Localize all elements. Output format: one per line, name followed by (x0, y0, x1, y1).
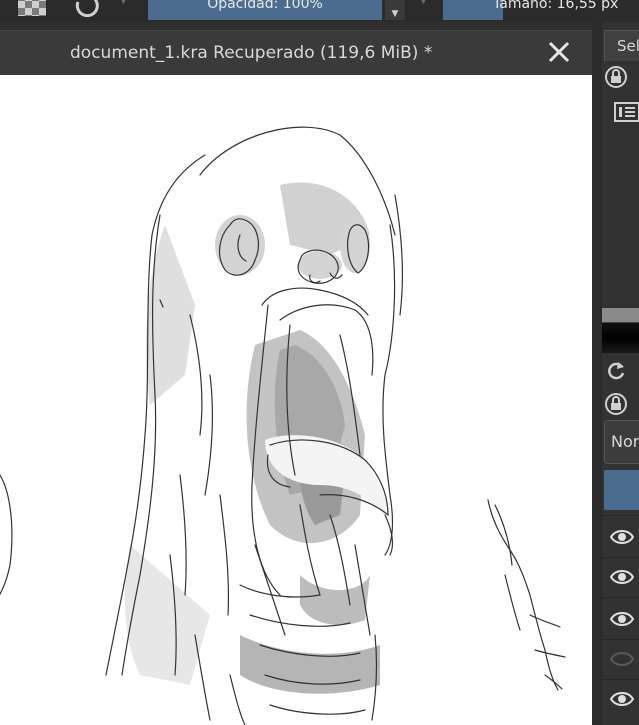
chevron-down-icon[interactable]: ▼ (120, 0, 127, 6)
color-gradient[interactable] (602, 322, 639, 353)
color-bar[interactable] (602, 308, 639, 322)
divider (602, 597, 639, 598)
blend-mode-select[interactable]: Nor (604, 420, 639, 464)
document-tab-bar: document_1.kra Recuperado (119,6 MiB) * (0, 30, 592, 76)
divider (602, 639, 639, 640)
eye-hidden-icon[interactable] (610, 650, 634, 668)
pattern-icon[interactable] (18, 0, 46, 16)
close-icon[interactable] (546, 39, 572, 65)
undo-icon[interactable] (70, 0, 104, 18)
opacity-slider[interactable]: Opacidad: 100% (148, 0, 382, 20)
eye-icon[interactable] (610, 610, 634, 628)
opacity-dropdown-button[interactable]: ▼ (385, 0, 405, 20)
eye-icon[interactable] (610, 690, 634, 708)
panel-divider[interactable] (592, 22, 602, 725)
refresh-icon[interactable] (605, 360, 627, 382)
chevron-down-icon[interactable]: ▼ (420, 0, 427, 6)
list-icon[interactable] (614, 102, 639, 122)
divider (602, 515, 639, 516)
toolbar: ▼ Opacidad: 100% ▼ ▼ Tamaño: 16,55 px (0, 0, 639, 22)
divider (602, 557, 639, 558)
eye-icon[interactable] (610, 528, 634, 546)
docker-tab[interactable]: Sel (604, 30, 639, 61)
brush-size-label: Tamaño: 16,55 px (493, 0, 619, 12)
divider (602, 679, 639, 680)
right-docker-panel: Sel Nor (602, 22, 639, 725)
layer-row-selected[interactable] (604, 470, 639, 510)
eye-icon[interactable] (610, 568, 634, 586)
canvas[interactable] (0, 75, 592, 725)
lock-icon[interactable] (605, 393, 627, 415)
document-tab-title[interactable]: document_1.kra Recuperado (119,6 MiB) * (70, 43, 432, 63)
lock-icon[interactable] (605, 66, 627, 88)
brush-size-slider[interactable]: Tamaño: 16,55 px (443, 0, 639, 20)
sketch-drawing (0, 126, 566, 725)
